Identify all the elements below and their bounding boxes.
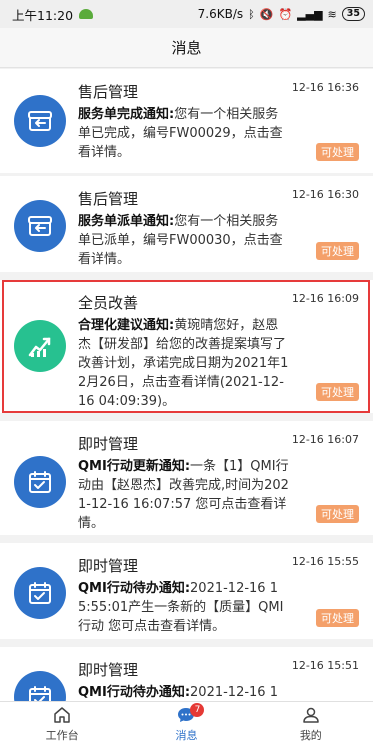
trend-chart-icon [14,320,66,372]
page-title: 消息 [171,39,202,57]
android-icon [79,9,94,19]
message-body: 服务单派单通知:您有一个相关服务单已派单，编号FW00030，点击查看详情。 [78,212,290,269]
message-body: QMI行动待办通知:2021-12-16 15: [78,683,290,701]
message-body: QMI行动更新通知:一条【1】QMI行动由【赵恩杰】改善完成,时间为2021-1… [78,457,290,533]
message-category: 即时管理 [78,557,139,575]
notice-title: QMI行动待办通知: [78,581,191,596]
message-card[interactable]: 全员改善 12-16 16:09 合理化建议通知:黄琬晴您好，赵恩杰【研发部】给… [0,280,373,413]
status-badge[interactable]: 可处理 [316,505,359,523]
notice-title: 服务单完成通知: [78,107,175,122]
calendar-check-icon [14,671,66,701]
mute-icon: 🔇 [259,7,274,21]
notice-title: QMI行动待办通知: [78,685,191,700]
network-speed: 7.6KB/s [197,7,244,21]
message-card[interactable]: 即时管理 12-16 15:51 QMI行动待办通知:2021-12-16 15… [0,647,373,701]
message-category: 售后管理 [78,83,139,101]
tab-label: 工作台 [45,729,79,742]
tab-label: 消息 [175,729,198,742]
status-bar: 上午11:20 7.6KB/s ᛒ 🔇 ⏰ ▂▄▆ ≋ 35 [0,0,373,28]
notice-title: 合理化建议通知: [78,318,175,333]
calendar-check-icon [14,567,66,619]
message-card[interactable]: 售后管理 12-16 16:36 服务单完成通知:您有一个相关服务单已完成，编号… [0,69,373,173]
message-body: 合理化建议通知:黄琬晴您好，赵恩杰【研发部】给您的改善提案填写了改善计划，承诺完… [78,316,290,411]
message-card[interactable]: 即时管理 12-16 16:07 QMI行动更新通知:一条【1】QMI行动由【赵… [0,421,373,535]
status-time: 上午11:20 [12,7,74,23]
message-time: 12-16 16:36 [291,81,359,94]
tab-profile[interactable]: 我的 [249,702,373,746]
person-icon [303,707,319,723]
status-badge[interactable]: 可处理 [316,383,359,401]
message-category: 即时管理 [78,661,139,679]
message-time: 12-16 15:51 [291,659,359,672]
message-category: 全员改善 [78,294,139,312]
message-time: 12-16 16:30 [291,188,359,201]
message-body: QMI行动待办通知:2021-12-16 15:55:01产生一条新的【质量】Q… [78,579,290,636]
calendar-check-icon [14,456,66,508]
message-card[interactable]: 即时管理 12-16 15:55 QMI行动待办通知:2021-12-16 15… [0,543,373,639]
message-category: 售后管理 [78,190,139,208]
bottom-tabbar: 工作台 7 消息 我的 [0,701,373,746]
inbox-return-icon [14,200,66,252]
tab-messages[interactable]: 7 消息 [124,702,248,746]
battery-indicator: 35 [341,7,365,21]
notice-title: 服务单派单通知: [78,214,175,229]
wifi-icon: ≋ [327,7,337,21]
tab-label: 我的 [299,729,322,742]
inbox-return-icon [14,95,66,147]
status-badge[interactable]: 可处理 [316,242,359,260]
message-time: 12-16 16:09 [291,292,359,305]
page-title-bar: 消息 [0,28,373,68]
message-card[interactable]: 售后管理 12-16 16:30 服务单派单通知:您有一个相关服务单已派单，编号… [0,176,373,272]
signal-icon: ▂▄▆ [297,7,323,21]
message-list[interactable]: 售后管理 12-16 16:36 服务单完成通知:您有一个相关服务单已完成，编号… [0,69,373,701]
message-time: 12-16 16:07 [291,433,359,446]
tab-workbench[interactable]: 工作台 [0,702,124,746]
notice-title: QMI行动更新通知: [78,459,191,474]
home-icon [54,707,70,723]
alarm-icon: ⏰ [278,7,293,21]
message-time: 12-16 15:55 [291,555,359,568]
unread-badge: 7 [190,703,205,717]
status-badge[interactable]: 可处理 [316,143,359,161]
bluetooth-icon: ᛒ [248,7,255,21]
message-body: 服务单完成通知:您有一个相关服务单已完成，编号FW00029，点击查看详情。 [78,105,290,162]
status-badge[interactable]: 可处理 [316,609,359,627]
message-category: 即时管理 [78,435,139,453]
